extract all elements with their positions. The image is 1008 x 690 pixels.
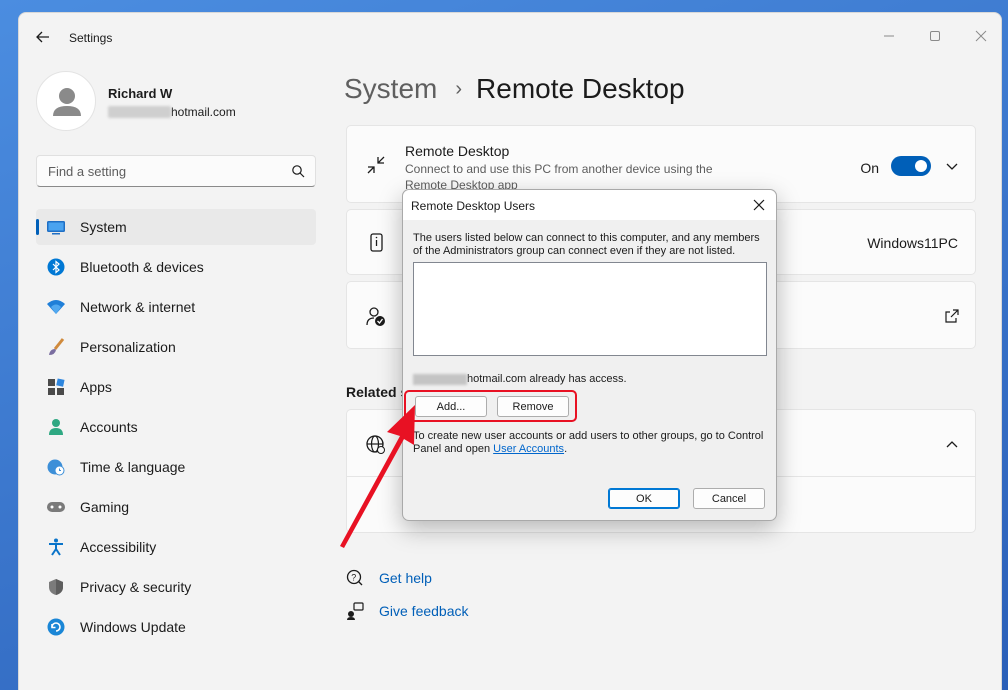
- sidebar-item-label: Personalization: [80, 339, 176, 355]
- remote-desktop-title: Remote Desktop: [405, 143, 510, 159]
- person-icon: [46, 417, 66, 437]
- globe-clock-icon: [46, 457, 66, 477]
- sidebar-item-time-language[interactable]: Time & language: [36, 449, 316, 485]
- search-icon[interactable]: [291, 164, 305, 178]
- person-placeholder-icon: [53, 88, 81, 116]
- sidebar-item-privacy[interactable]: Privacy & security: [36, 569, 316, 605]
- wifi-icon: [46, 297, 66, 317]
- give-feedback-label: Give feedback: [379, 603, 469, 619]
- sidebar-item-personalization[interactable]: Personalization: [36, 329, 316, 365]
- chevron-down-icon[interactable]: [945, 159, 959, 173]
- sidebar-item-label: Accounts: [80, 419, 138, 435]
- profile-email-domain: hotmail.com: [171, 105, 236, 119]
- sidebar-item-label: Gaming: [80, 499, 130, 515]
- dialog-title-bar: Remote Desktop Users: [403, 190, 776, 220]
- get-help-link[interactable]: ? Get help: [346, 569, 432, 587]
- minimize-button[interactable]: [869, 21, 909, 51]
- access-status: hotmail.com already has access.: [413, 373, 627, 385]
- chevron-right-icon: ›: [455, 77, 463, 100]
- accessibility-icon: [46, 537, 66, 557]
- sidebar-nav: System Bluetooth & devices Network & int…: [36, 209, 316, 649]
- help-icon: ?: [346, 569, 363, 586]
- dialog-info-text: To create new user accounts or add users…: [413, 430, 764, 455]
- pc-info-icon: [370, 233, 383, 252]
- dialog-title: Remote Desktop Users: [411, 199, 536, 213]
- sidebar-item-label: Bluetooth & devices: [80, 259, 204, 275]
- monitor-icon: [46, 217, 66, 237]
- close-icon: [975, 30, 987, 42]
- user-check-icon: [366, 307, 385, 326]
- external-link-icon[interactable]: [945, 309, 959, 323]
- related-settings-heading: Related s: [346, 384, 409, 400]
- redacted-user-prefix: [413, 373, 467, 385]
- sidebar-item-accounts[interactable]: Accounts: [36, 409, 316, 445]
- close-window-button[interactable]: [961, 21, 1001, 51]
- profile-name: Richard W: [108, 86, 173, 101]
- dialog-description: The users listed below can connect to th…: [413, 232, 760, 257]
- apps-icon: [46, 377, 66, 397]
- sidebar-item-label: Accessibility: [80, 539, 157, 555]
- minimize-icon: [884, 35, 894, 37]
- sidebar-item-label: Apps: [80, 379, 112, 395]
- search-box: [36, 155, 316, 187]
- remote-desktop-icon: [367, 156, 385, 174]
- sidebar-item-bluetooth[interactable]: Bluetooth & devices: [36, 249, 316, 285]
- maximize-button[interactable]: [915, 21, 955, 51]
- remove-user-button[interactable]: Remove: [497, 396, 569, 417]
- sidebar-item-label: System: [80, 219, 127, 235]
- sidebar-item-label: Time & language: [80, 459, 186, 475]
- breadcrumb: System › Remote Desktop: [344, 73, 685, 105]
- sidebar-item-label: Windows Update: [80, 619, 186, 635]
- chevron-up-icon[interactable]: [945, 438, 959, 452]
- page-title: Remote Desktop: [476, 73, 685, 104]
- bluetooth-icon: [46, 257, 66, 277]
- users-list[interactable]: [413, 262, 767, 356]
- sidebar-item-gaming[interactable]: Gaming: [36, 489, 316, 525]
- globe-icon: [366, 435, 385, 454]
- breadcrumb-parent[interactable]: System: [344, 73, 437, 105]
- sidebar-item-apps[interactable]: Apps: [36, 369, 316, 405]
- brush-icon: [46, 337, 66, 357]
- ok-button[interactable]: OK: [608, 488, 680, 509]
- shield-icon: [46, 577, 66, 597]
- sidebar-item-network[interactable]: Network & internet: [36, 289, 316, 325]
- sidebar-item-label: Network & internet: [80, 299, 196, 315]
- search-input[interactable]: [37, 156, 277, 186]
- remote-desktop-toggle[interactable]: [891, 156, 931, 176]
- dialog-close-icon[interactable]: [750, 196, 768, 214]
- back-arrow-icon[interactable]: [33, 27, 53, 47]
- redacted-email-prefix: [108, 106, 171, 118]
- dialog-info-end: .: [564, 443, 568, 455]
- sidebar-item-accessibility[interactable]: Accessibility: [36, 529, 316, 565]
- profile-email: hotmail.com: [108, 105, 236, 119]
- update-icon: [46, 617, 66, 637]
- sidebar-item-label: Privacy & security: [80, 579, 192, 595]
- pc-name: Windows11PC: [867, 235, 958, 251]
- user-accounts-link[interactable]: User Accounts: [493, 443, 564, 455]
- dialog-info: To create new user accounts or add users…: [413, 430, 765, 456]
- give-feedback-link[interactable]: Give feedback: [346, 602, 469, 620]
- avatar[interactable]: [36, 71, 96, 131]
- app-title: Settings: [69, 31, 113, 45]
- toggle-state-label: On: [860, 160, 879, 176]
- cancel-button[interactable]: Cancel: [693, 488, 765, 509]
- add-user-button[interactable]: Add...: [415, 396, 487, 417]
- get-help-label: Get help: [379, 570, 432, 586]
- title-bar: Settings: [19, 13, 1001, 59]
- remote-desktop-users-dialog: Remote Desktop Users The users listed be…: [402, 189, 777, 521]
- feedback-icon: [347, 602, 364, 620]
- gamepad-icon: [46, 497, 66, 517]
- svg-text:?: ?: [351, 573, 356, 583]
- access-status-text: hotmail.com already has access.: [467, 373, 627, 385]
- maximize-icon: [930, 31, 940, 41]
- sidebar-item-system[interactable]: System: [36, 209, 316, 245]
- sidebar-item-windows-update[interactable]: Windows Update: [36, 609, 316, 645]
